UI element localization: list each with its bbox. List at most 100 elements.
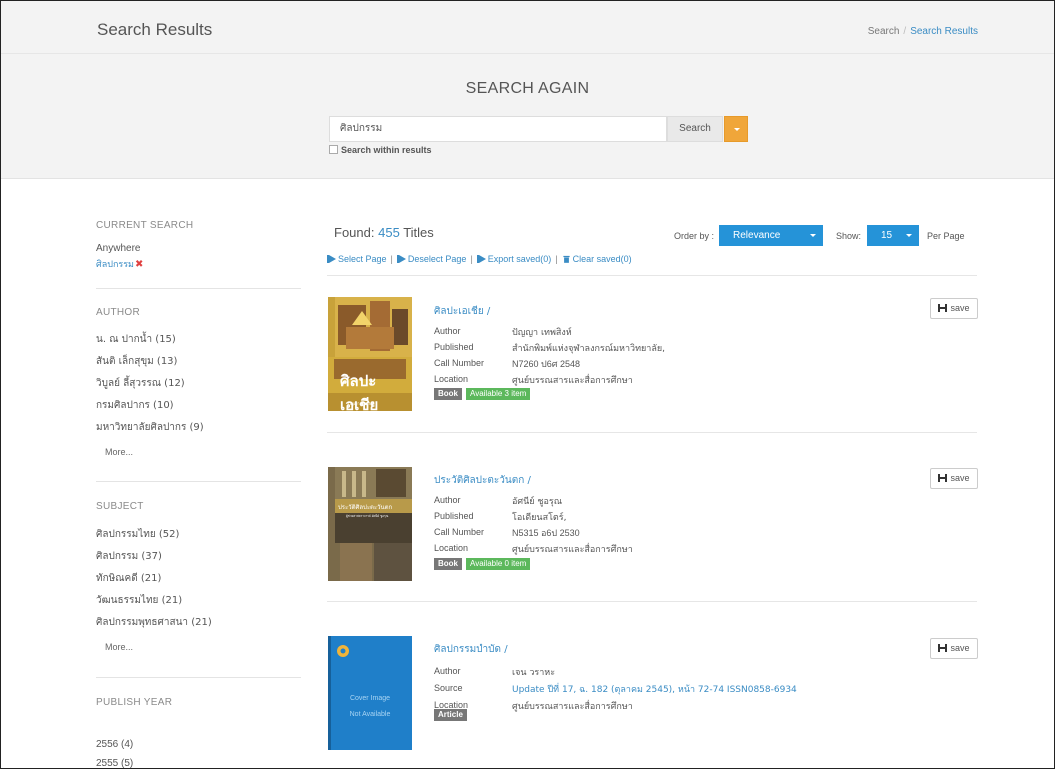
save-icon xyxy=(938,304,948,312)
titles-label: Titles xyxy=(403,225,434,240)
subject-facet-item[interactable]: วัฒนธรรมไทย (21) xyxy=(96,593,182,608)
field-value: สำนักพิมพ์แห่งจุฬาลงกรณ์มหาวิทยาลัย, xyxy=(512,344,665,354)
search-options-dropdown[interactable] xyxy=(724,116,748,142)
publish-year-facet-title: PUBLISH YEAR xyxy=(96,697,173,708)
export-saved-link[interactable]: Export saved(0) xyxy=(476,254,552,264)
field-value: N7260 ป6ศ 2548 xyxy=(512,359,580,369)
availability-badge: Available 3 item xyxy=(466,388,531,400)
field-label: Published xyxy=(434,342,474,352)
publish-year-item[interactable]: 2555 (5) xyxy=(96,758,133,768)
found-label: Found: xyxy=(334,225,375,240)
separator: | xyxy=(470,254,473,264)
caret-down-icon xyxy=(906,234,912,237)
divider xyxy=(96,481,301,482)
per-page-value: 15 xyxy=(881,230,893,241)
breadcrumb-current[interactable]: Search Results xyxy=(910,26,978,37)
export-icon xyxy=(476,255,486,263)
caret-down-icon xyxy=(734,128,740,131)
cover-author: ผู้ช่วยศาสตราจารย์ อัศนีย์ ชูอรุณ xyxy=(346,514,389,518)
search-panel: SEARCH AGAIN ศิลปกรรม Search Search with… xyxy=(1,53,1054,179)
save-icon xyxy=(938,474,948,482)
show-label: Show: xyxy=(836,231,862,241)
divider xyxy=(96,677,301,678)
results-count: Found: 455 Titles xyxy=(334,225,434,240)
record-title-link[interactable]: ประวัติศิลปะตะวันตก / xyxy=(434,473,531,488)
record-title-link[interactable]: ศิลปกรรมบำบัด / xyxy=(434,642,508,657)
subject-facet-item[interactable]: ศิลปกรรมไทย (52) xyxy=(96,527,179,542)
author-facet-item[interactable]: มหาวิทยาลัยศิลปากร (9) xyxy=(96,420,204,435)
record-title-link[interactable]: ศิลปะเอเชีย / xyxy=(434,304,490,319)
deselect-page-label: Deselect Page xyxy=(407,254,467,264)
cover-image xyxy=(328,467,412,581)
cover-placeholder[interactable]: Cover Image Not Available xyxy=(328,636,412,750)
save-button[interactable]: save xyxy=(930,638,978,659)
book-cover[interactable]: ประวัติศิลปะตะวันตก ผู้ช่วยศาสตราจารย์ อ… xyxy=(328,467,412,581)
source-link[interactable]: Update ปีที่ 17, ฉ. 182 (ตุลาคม 2545), ห… xyxy=(512,682,797,696)
subject-facet-item[interactable]: ศิลปกรรม (37) xyxy=(96,549,162,564)
publish-year-item[interactable]: 2556 (4) xyxy=(96,739,133,750)
current-search-title: CURRENT SEARCH xyxy=(96,220,194,231)
cover-placeholder-line: Not Available xyxy=(349,711,391,718)
save-icon xyxy=(938,644,948,652)
field-label: Published xyxy=(434,511,474,521)
field-value: ปัญญา เทพสิงห์ xyxy=(512,328,572,338)
divider xyxy=(327,275,977,276)
availability-badge: Available 0 item xyxy=(466,558,531,570)
trash-icon xyxy=(563,255,570,263)
save-button[interactable]: save xyxy=(930,468,978,489)
current-search-term[interactable]: ศิลปกรรม✖ xyxy=(96,257,143,271)
page-title: Search Results xyxy=(97,20,213,39)
deselect-icon xyxy=(396,255,406,263)
deselect-page-link[interactable]: Deselect Page xyxy=(396,254,467,264)
checkbox[interactable] xyxy=(329,145,338,154)
cover-author: ปัญญา เทพสิงห์ xyxy=(348,401,375,406)
breadcrumb-search-link[interactable]: Search xyxy=(868,26,900,37)
select-page-link[interactable]: Select Page xyxy=(327,254,387,264)
clear-saved-link[interactable]: Clear saved(0) xyxy=(562,254,632,264)
author-facet-item[interactable]: น. ณ ปากน้ำ (15) xyxy=(96,332,176,347)
save-button[interactable]: save xyxy=(930,298,978,319)
top-bar: Search Results Search / Search Results xyxy=(1,1,1054,53)
select-icon xyxy=(327,255,336,263)
book-cover[interactable]: ศิลปะ เอเชีย ปัญญา เทพสิงห์ xyxy=(328,297,412,411)
search-within-label: Search within results xyxy=(341,145,432,155)
current-search-term-label: ศิลปกรรม xyxy=(96,260,134,270)
subject-more-link[interactable]: More... xyxy=(105,642,133,652)
divider xyxy=(327,601,977,602)
field-value: ศูนย์บรรณสารและสื่อการศึกษา xyxy=(512,545,633,555)
subject-facet-item[interactable]: ศิลปกรรมพุทธศาสนา (21) xyxy=(96,615,212,630)
separator: | xyxy=(390,254,393,264)
subject-facet-item[interactable]: ทักษิณคดี (21) xyxy=(96,571,161,586)
field-value: โอเดียนสโตร์, xyxy=(512,513,567,523)
export-saved-label: Export saved(0) xyxy=(487,254,552,264)
results-toolbar: Select Page | Deselect Page | Export saved(0… xyxy=(327,254,632,264)
field-label: Location xyxy=(434,374,469,384)
field-label: Author xyxy=(434,326,461,336)
search-button[interactable]: Search xyxy=(667,116,723,142)
current-search-field: Anywhere xyxy=(96,243,141,254)
field-label: Call Number xyxy=(434,527,485,537)
divider xyxy=(327,432,977,433)
field-label: Location xyxy=(434,543,469,553)
author-facet-item[interactable]: สันติ เล็กสุขุม (13) xyxy=(96,354,177,369)
save-label: save xyxy=(950,303,970,313)
author-more-link[interactable]: More... xyxy=(105,447,133,457)
remove-icon[interactable]: ✖ xyxy=(135,259,143,270)
author-facet-title: AUTHOR xyxy=(96,307,141,318)
per-page-select[interactable]: 15 xyxy=(867,225,919,246)
field-value: ศูนย์บรรณสารและสื่อการศึกษา xyxy=(512,702,633,712)
divider xyxy=(96,288,301,289)
author-facet-item[interactable]: กรมศิลปากร (10) xyxy=(96,398,174,413)
save-label: save xyxy=(950,643,970,653)
type-badge: Book xyxy=(434,388,462,400)
search-within-results[interactable]: Search within results xyxy=(329,145,432,155)
cover-image xyxy=(328,636,412,750)
order-by-select[interactable]: Relevance xyxy=(719,225,823,246)
search-again-heading: SEARCH AGAIN xyxy=(465,80,590,97)
search-input[interactable]: ศิลปกรรม xyxy=(329,116,667,142)
author-facet-item[interactable]: วิบูลย์ ลี้สุวรรณ (12) xyxy=(96,376,185,391)
field-label: Source xyxy=(434,683,463,693)
breadcrumb-separator: / xyxy=(903,26,907,37)
clear-saved-label: Clear saved(0) xyxy=(572,254,632,264)
field-label: Author xyxy=(434,495,461,505)
